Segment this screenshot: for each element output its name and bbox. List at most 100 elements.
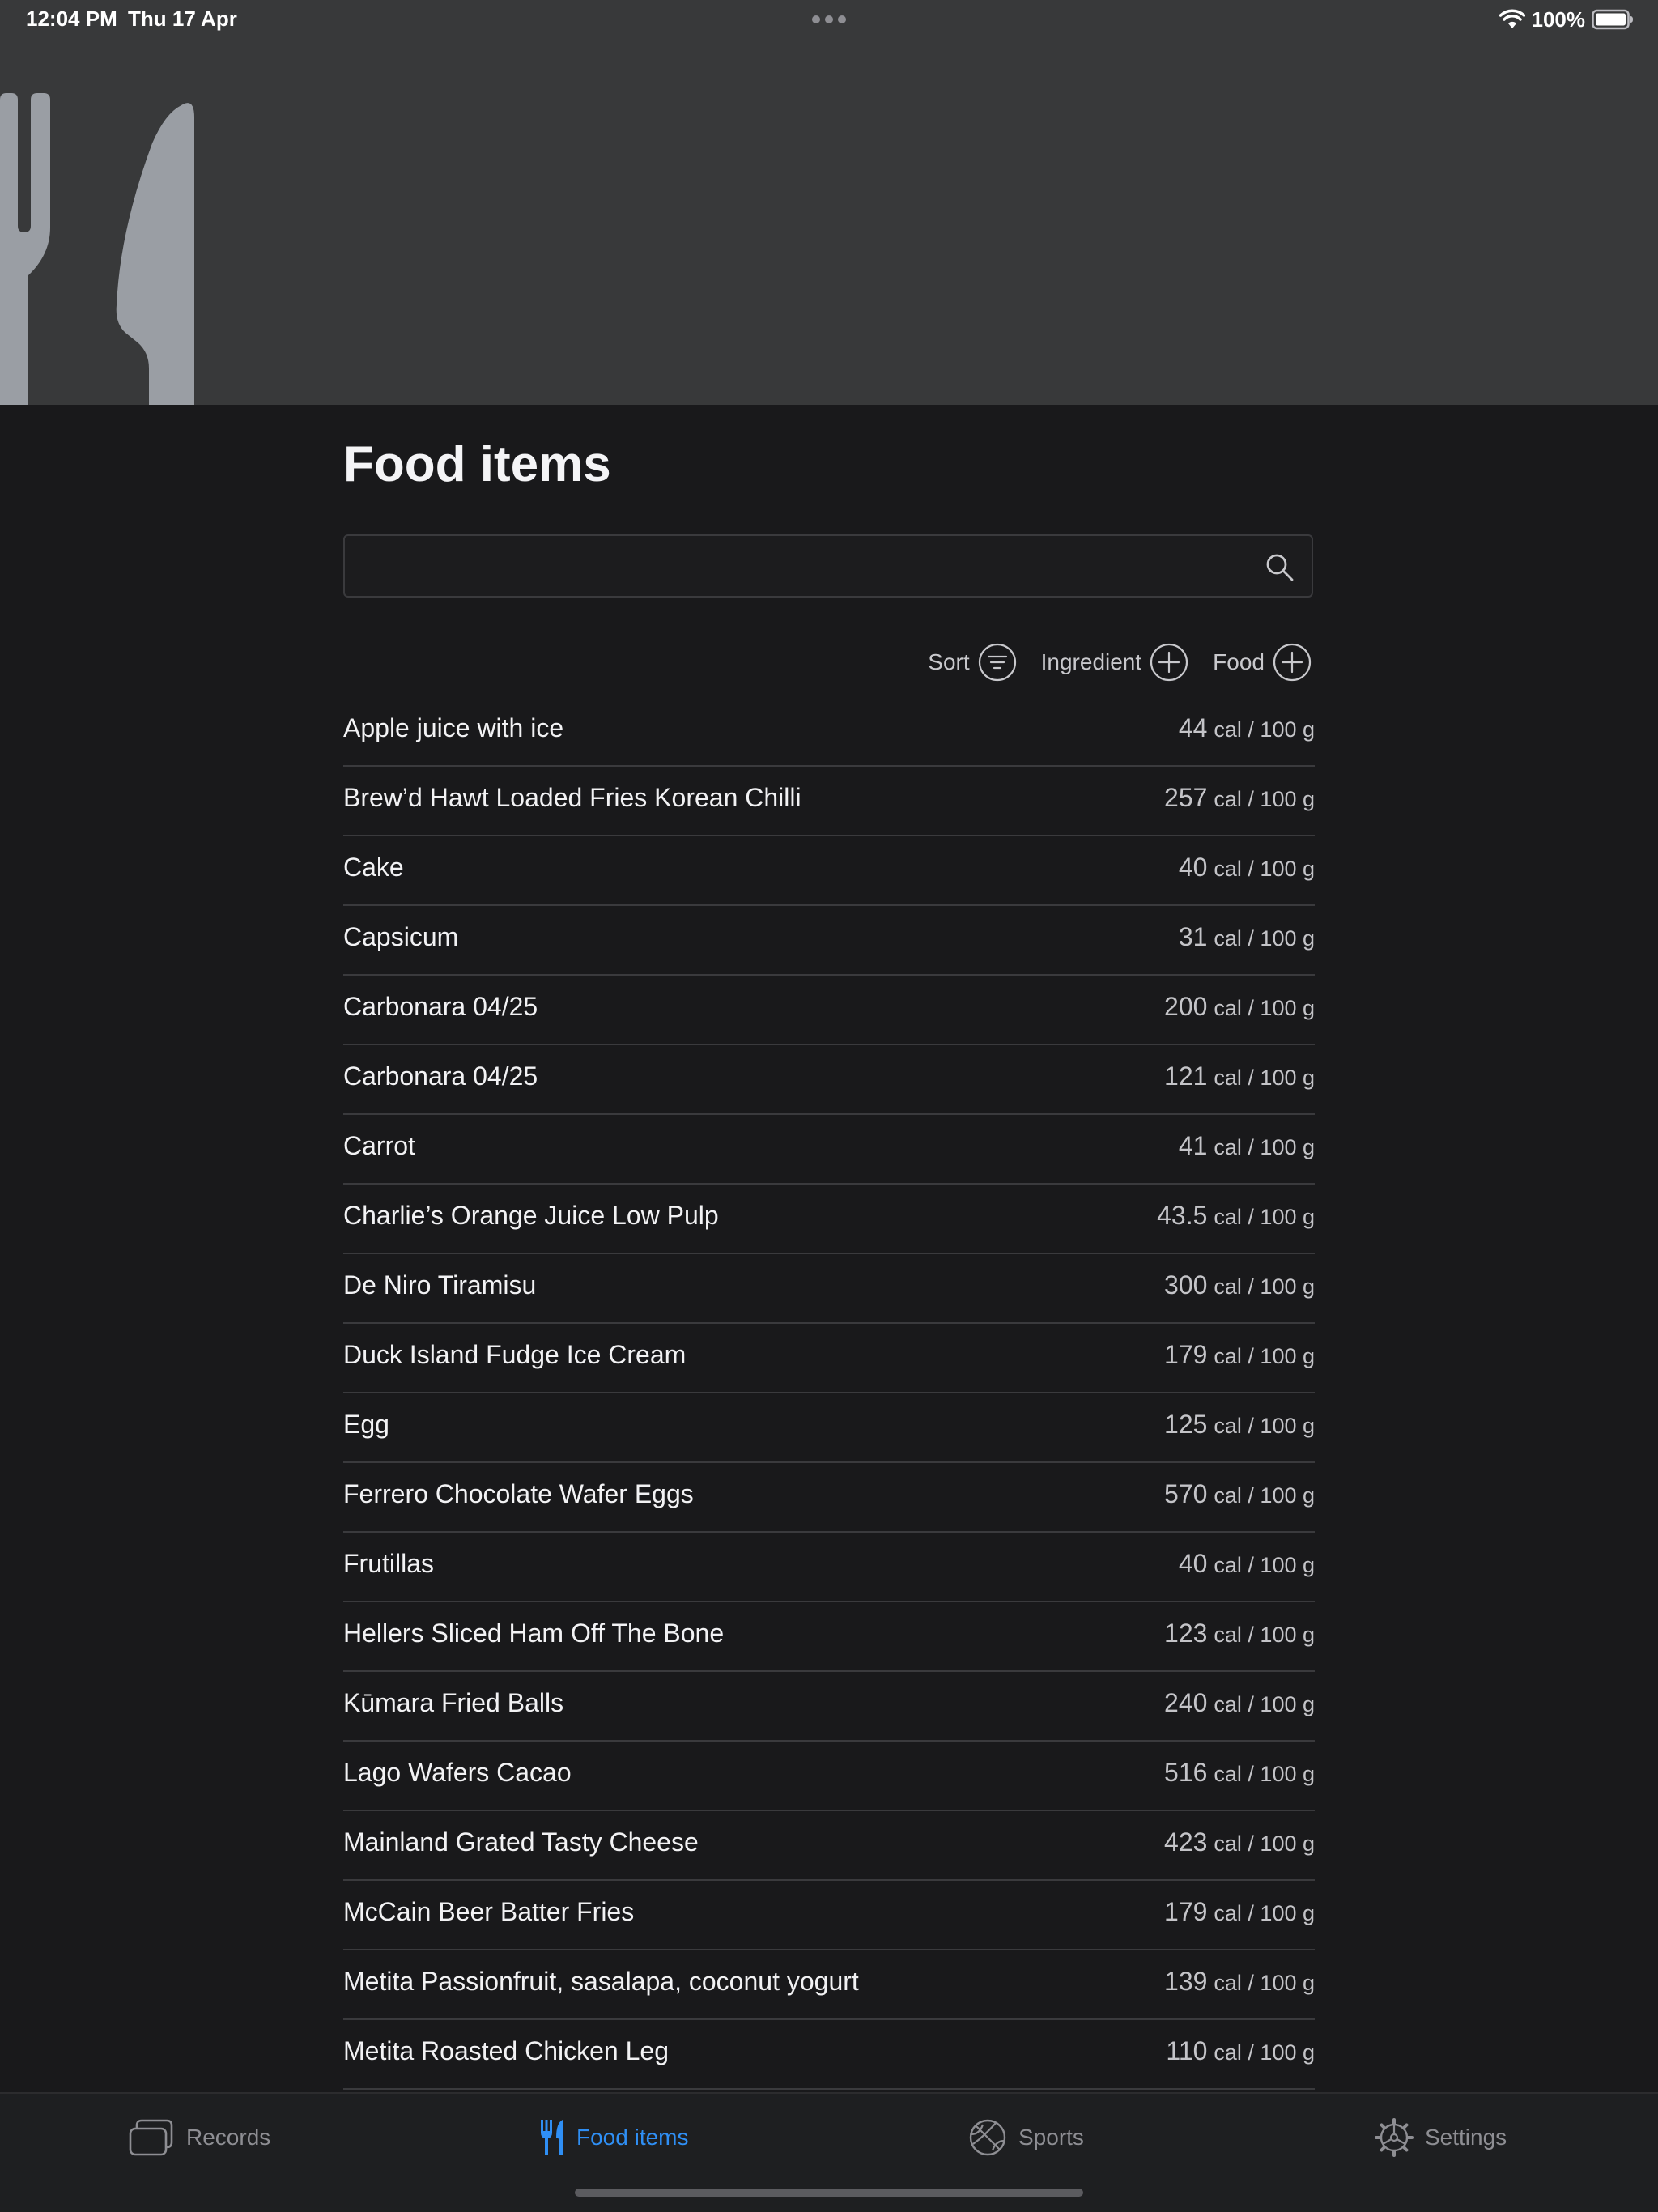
food-name: Carbonara 04/25 [343,992,538,1021]
calorie-value: 40 [1178,853,1208,882]
add-ingredient-button[interactable]: Ingredient [1041,643,1189,682]
gear-icon [1375,2118,1414,2157]
list-item[interactable]: Kūmara Fried Balls 240 cal / 100 g [343,1672,1315,1742]
food-name: Duck Island Fudge Ice Cream [343,1340,687,1369]
list-item[interactable]: Metita Passionfruit, sasalapa, coconut y… [343,1950,1315,2020]
food-calories: 257 cal / 100 g [1164,783,1315,813]
food-calories: 200 cal / 100 g [1164,992,1315,1022]
tab-sports[interactable]: Sports [968,2115,1084,2160]
calorie-value: 257 [1164,783,1208,812]
calorie-value: 423 [1164,1827,1208,1857]
calorie-value: 31 [1178,922,1208,951]
calorie-value: 123 [1164,1619,1208,1648]
food-name: Metita Roasted Chicken Leg [343,2036,669,2065]
food-calories: 40 cal / 100 g [1179,853,1315,883]
fork-knife-icon [0,93,194,405]
food-name: Capsicum [343,922,459,951]
plus-circle-icon [1150,643,1188,682]
tab-label: Food items [576,2125,689,2150]
calorie-value: 516 [1164,1758,1208,1787]
calorie-unit: cal / 100 g [1214,1971,1315,1995]
fork-knife-icon [541,2120,563,2155]
list-item[interactable]: Egg 125 cal / 100 g [343,1393,1315,1463]
calorie-unit: cal / 100 g [1214,1066,1315,1090]
list-item[interactable]: Carbonara 04/25 200 cal / 100 g [343,976,1315,1045]
status-bar: 12:04 PM Thu 17 Apr 100% [0,0,1658,39]
search-box[interactable] [343,534,1313,598]
list-item[interactable]: Charlie’s Orange Juice Low Pulp 43.5 cal /… [343,1185,1315,1254]
calorie-unit: cal / 100 g [1214,1205,1315,1229]
calorie-value: 179 [1164,1897,1208,1926]
basketball-icon [969,2119,1006,2156]
status-indicators: 100% [1499,5,1635,34]
list-item[interactable]: Carbonara 04/25 121 cal / 100 g [343,1045,1315,1115]
calorie-value: 125 [1164,1410,1208,1439]
list-toolbar: Sort Ingredient Food [928,642,1312,683]
list-item[interactable]: Capsicum 31 cal / 100 g [343,906,1315,976]
food-calories: 179 cal / 100 g [1164,1340,1315,1370]
list-item[interactable]: Lago Wafers Cacao 516 cal / 100 g [343,1742,1315,1811]
multitasking-dots-icon[interactable] [810,8,848,31]
add-food-button[interactable]: Food [1213,643,1312,682]
food-name: Kūmara Fried Balls [343,1688,564,1717]
food-name: Frutillas [343,1549,435,1578]
calorie-value: 40 [1178,1549,1208,1578]
list-item[interactable]: Mainland Grated Tasty Cheese 423 cal / 100… [343,1811,1315,1881]
calorie-value: 570 [1164,1479,1208,1508]
calorie-unit: cal / 100 g [1214,1344,1315,1368]
search-input[interactable] [359,546,1237,588]
tab-label: Records [186,2125,271,2150]
calorie-value: 121 [1164,1061,1208,1091]
food-calories: 43.5 cal / 100 g [1157,1201,1315,1231]
list-item[interactable]: Carrot 41 cal / 100 g [343,1115,1315,1185]
food-calories: 300 cal / 100 g [1164,1270,1315,1300]
food-name: Apple juice with ice [343,713,564,742]
food-name: Metita Passionfruit, sasalapa, coconut y… [343,1967,859,1996]
battery-icon [1592,9,1633,30]
status-time: 12:04 PM [26,6,117,31]
food-calories: 123 cal / 100 g [1164,1619,1315,1648]
calorie-value: 110 [1166,2036,1208,2065]
calorie-unit: cal / 100 g [1214,1692,1315,1716]
calorie-value: 240 [1164,1688,1208,1717]
battery-percentage: 100% [1531,6,1586,32]
home-indicator[interactable] [575,2189,1083,2197]
calorie-value: 179 [1164,1340,1208,1369]
list-item[interactable]: Duck Island Fudge Ice Cream 179 cal / 100 … [343,1324,1315,1393]
list-item[interactable]: Ferrero Chocolate Wafer Eggs 570 cal / 100… [343,1463,1315,1533]
status-date: Thu 17 Apr [128,6,237,31]
search-icon[interactable] [1265,552,1295,583]
food-calories: 179 cal / 100 g [1164,1897,1315,1927]
calorie-value: 44 [1178,713,1208,742]
food-name: Ferrero Chocolate Wafer Eggs [343,1479,694,1508]
list-item[interactable]: De Niro Tiramisu 300 cal / 100 g [343,1254,1315,1324]
food-calories: 40 cal / 100 g [1179,1549,1315,1579]
tab-label: Sports [1018,2125,1084,2150]
food-label: Food [1213,649,1265,674]
calorie-value: 43.5 [1157,1201,1208,1230]
food-calories: 41 cal / 100 g [1179,1131,1315,1161]
calorie-unit: cal / 100 g [1214,787,1315,811]
food-name: Mainland Grated Tasty Cheese [343,1827,699,1857]
calorie-unit: cal / 100 g [1214,1414,1315,1438]
list-item[interactable]: Brew’d Hawt Loaded Fries Korean Chilli 25… [343,767,1315,836]
food-name: Brew’d Hawt Loaded Fries Korean Chilli [343,783,801,812]
list-item[interactable]: Cake 40 cal / 100 g [343,836,1315,906]
tab-records[interactable]: Records [128,2115,270,2160]
list-item[interactable]: Apple juice with ice 44 cal / 100 g [343,697,1315,767]
food-name: Charlie’s Orange Juice Low Pulp [343,1201,719,1230]
list-item[interactable]: Metita Roasted Chicken Leg 110 cal / 100 g [343,2020,1315,2090]
list-item[interactable]: McCain Beer Batter Fries 179 cal / 100 g [343,1881,1315,1950]
records-icon [129,2119,173,2156]
list-item[interactable]: Frutillas 40 cal / 100 g [343,1533,1315,1602]
calorie-unit: cal / 100 g [1214,996,1315,1020]
tab-settings[interactable]: Settings [1375,2115,1507,2160]
wifi-icon [1499,9,1525,28]
food-calories: 570 cal / 100 g [1164,1479,1315,1509]
page-title: Food items [343,436,611,492]
list-item[interactable]: Hellers Sliced Ham Off The Bone 123 cal / … [343,1602,1315,1672]
calorie-unit: cal / 100 g [1214,926,1315,951]
calorie-value: 41 [1178,1131,1208,1160]
sort-button[interactable]: Sort [928,643,1016,682]
tab-food-items[interactable]: Food items [539,2115,689,2160]
